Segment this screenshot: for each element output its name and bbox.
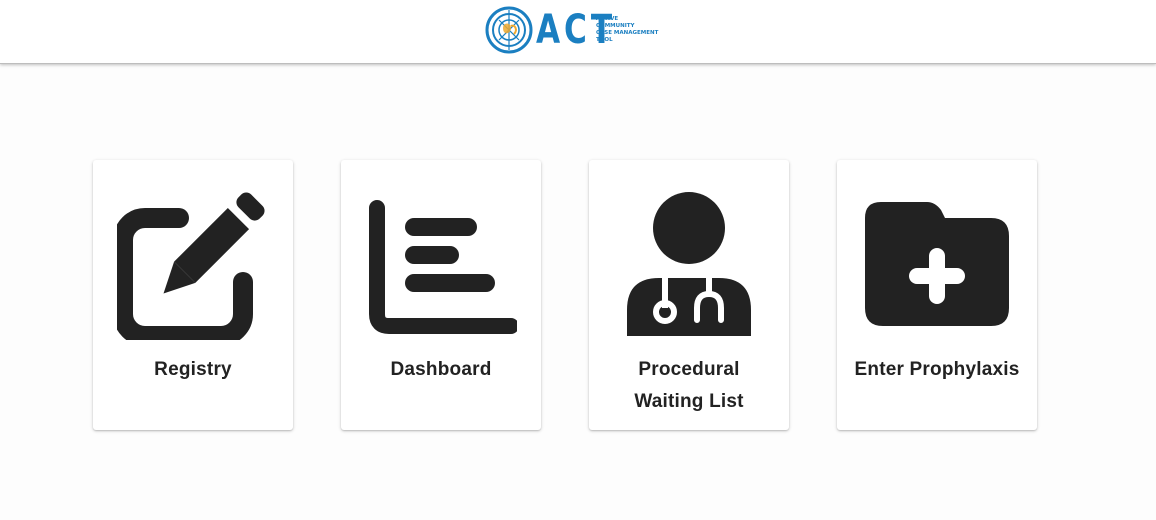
- tile-label: Dashboard: [341, 354, 541, 386]
- bar-chart-icon: [369, 200, 517, 334]
- tile-label-line: Registry: [154, 359, 232, 380]
- tile-dashboard[interactable]: Dashboard: [341, 160, 541, 430]
- tile-label-line: Dashboard: [390, 359, 492, 380]
- tile-label-line: Enter Prophylaxis: [854, 359, 1020, 380]
- tile-label: Procedural Waiting List: [589, 354, 789, 418]
- doctor-icon: [627, 192, 751, 336]
- act-logo[interactable]: ACT ACTIVE COMMUNITY CASE MANAGEMENT TOO…: [485, 4, 658, 56]
- logo-wordmark: ACT: [536, 7, 617, 53]
- edit-icon: [117, 192, 265, 340]
- tile-label: Registry: [93, 354, 293, 386]
- app-header: ACT ACTIVE COMMUNITY CASE MANAGEMENT TOO…: [0, 0, 1156, 64]
- logo-seal-icon: [485, 6, 533, 54]
- tile-label-line: Procedural: [638, 359, 740, 380]
- tile-label: Enter Prophylaxis: [837, 354, 1037, 386]
- tile-registry[interactable]: Registry: [93, 160, 293, 430]
- tile-procedural-waiting-list[interactable]: Procedural Waiting List: [589, 160, 789, 430]
- tile-label-line: Waiting List: [634, 391, 744, 412]
- tile-enter-prophylaxis[interactable]: Enter Prophylaxis: [837, 160, 1037, 430]
- folder-plus-icon: [865, 202, 1009, 326]
